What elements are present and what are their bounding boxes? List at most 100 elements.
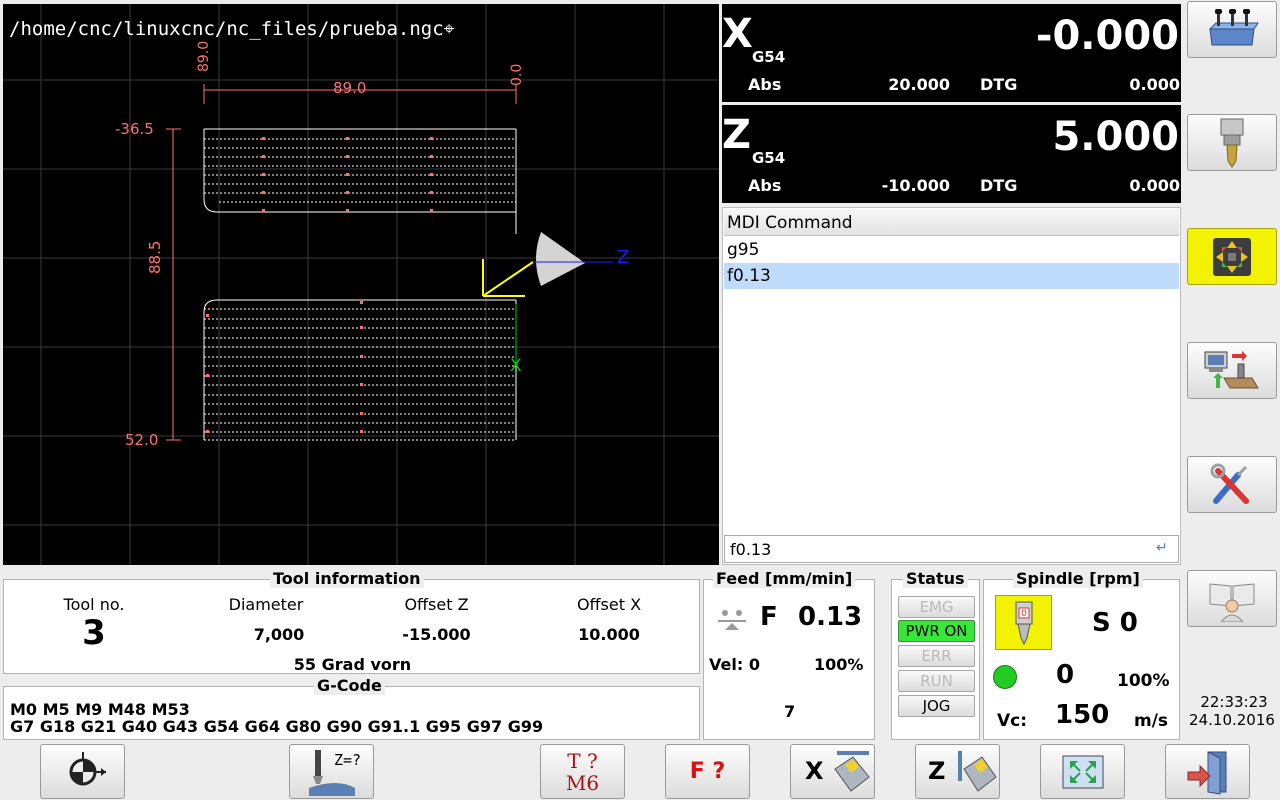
- tool-description: 55 Grad vorn: [293, 655, 412, 674]
- jog-indicator[interactable]: JOG: [898, 695, 975, 717]
- feed-set-button[interactable]: F ?: [665, 744, 750, 799]
- current-line: 7: [784, 702, 796, 721]
- spindle-speed: 0: [1056, 660, 1075, 690]
- feed-value: 0.13: [798, 602, 863, 632]
- tool-info-frame: Tool no. 3 Diameter 7,000 Offset Z -15.0…: [3, 579, 700, 674]
- status-title: Status: [903, 569, 968, 588]
- mdi-input[interactable]: f0.13 ↵: [724, 535, 1179, 563]
- touch-off-x-label: X: [805, 757, 824, 785]
- exit-button[interactable]: [1165, 744, 1250, 799]
- z-probe-button[interactable]: Z=?: [289, 744, 374, 799]
- feed-override: 100%: [814, 655, 864, 674]
- settings-tools-icon: [1210, 463, 1249, 504]
- tool-change-bottom-label: M6: [565, 770, 600, 795]
- tool-spindle-icon: [1220, 118, 1244, 168]
- vc-label: Vc:: [997, 711, 1028, 731]
- dro-z-dtg-value: 0.000: [1129, 176, 1180, 195]
- exit-door-icon: [1187, 750, 1226, 795]
- upper-passes: [204, 138, 516, 203]
- feed-set-label: F ?: [689, 759, 726, 784]
- dro-x-abs-value: 20.000: [888, 75, 950, 94]
- gcode-active-gcodes: G7 G18 G21 G40 G43 G54 G64 G80 G90 G91.1…: [10, 717, 544, 736]
- touch-off-z-button[interactable]: Z: [915, 744, 1000, 799]
- dimension-label-left: 88.5: [146, 240, 164, 274]
- run-indicator[interactable]: RUN: [898, 670, 975, 692]
- tool-axes: [482, 259, 534, 297]
- feed-frame: F 0.13 Vel: 0 100% 7: [703, 579, 875, 740]
- offset-x-label: Offset X: [576, 595, 642, 614]
- dro-x-value: -0.000: [1035, 13, 1179, 59]
- tool-change-top-label: T ?: [567, 748, 598, 773]
- dro-x-abs-label: Abs: [748, 75, 782, 94]
- tool-no-label: Tool no.: [63, 595, 125, 614]
- diameter-value: 7,000: [253, 625, 305, 644]
- machine-home-icon: [1208, 8, 1259, 45]
- dro-x[interactable]: X G54 -0.000 Abs 20.000 DTG 0.000: [722, 4, 1181, 102]
- part-contour: [203, 128, 517, 440]
- z-mark-89: 89.0: [196, 40, 212, 72]
- touch-off-z-label: Z: [928, 757, 946, 785]
- dro-z-axis: Z: [722, 112, 752, 158]
- program-transfer-button[interactable]: [1187, 342, 1277, 399]
- gcode-preview[interactable]: /home/cnc/linuxcnc/nc_files/prueba.ngc⌖ …: [3, 4, 719, 565]
- fit-view-button[interactable]: [1040, 744, 1125, 799]
- jog-arrows-icon: [1213, 237, 1251, 276]
- spindle-toggle-button[interactable]: 0: [995, 595, 1052, 650]
- x-mark-bottom: 52.0: [125, 431, 159, 449]
- err-indicator[interactable]: ERR: [898, 645, 975, 667]
- jog-mode-button[interactable]: [1187, 228, 1277, 285]
- diameter-label: Diameter: [228, 595, 304, 614]
- user-manual-button[interactable]: [1187, 570, 1277, 627]
- dro-x-dtg-value: 0.000: [1129, 75, 1180, 94]
- z-mark-0: 0.0: [509, 63, 525, 86]
- mdi-header[interactable]: MDI Command: [724, 209, 1179, 236]
- touch-off-z-icon: [958, 751, 997, 792]
- touch-off-x-button[interactable]: X: [790, 744, 875, 799]
- offset-x-value: 10.000: [578, 625, 640, 644]
- user-manual-icon: [1209, 582, 1255, 622]
- emg-indicator[interactable]: EMG: [898, 596, 975, 618]
- enter-icon[interactable]: ↵: [1156, 540, 1174, 558]
- dro-x-dtg-label: DTG: [980, 75, 1018, 94]
- vc-value: 150: [1055, 700, 1110, 730]
- feed-velocity: Vel: 0: [709, 655, 760, 674]
- spindle-icon: 0: [1015, 601, 1032, 645]
- fit-view-icon: [1062, 755, 1103, 788]
- tool-change-button[interactable]: T ? M6: [540, 744, 625, 799]
- feed-icon: [718, 610, 746, 630]
- pwr-on-button[interactable]: PWR ON: [898, 620, 975, 642]
- spindle-s-value: S 0: [1092, 608, 1138, 638]
- program-transfer-icon: [1204, 350, 1259, 388]
- tool-no-value: 3: [82, 613, 106, 653]
- pass-markers: [206, 137, 433, 433]
- mdi-panel: MDI Command g95 f0.13 f0.13 ↵: [722, 207, 1181, 565]
- spindle-button[interactable]: [1187, 114, 1277, 171]
- mdi-history-item[interactable]: g95: [724, 237, 1179, 263]
- coordinate-system-icon: [69, 751, 106, 785]
- feed-letter: F: [760, 602, 778, 632]
- mdi-history-item-selected[interactable]: f0.13: [724, 263, 1179, 289]
- dro-x-coord-system: G54: [752, 48, 786, 66]
- tool-cone: [536, 232, 585, 286]
- dro-z-value: 5.000: [1052, 114, 1179, 160]
- spindle-status-led: [993, 665, 1017, 689]
- offset-z-label: Offset Z: [404, 595, 469, 614]
- dro-z-dtg-label: DTG: [980, 176, 1018, 195]
- dro-z-abs-label: Abs: [748, 176, 782, 195]
- svg-text:0: 0: [1021, 609, 1027, 619]
- x-axis-label: X: [510, 356, 522, 376]
- dro-x-axis: X: [722, 11, 753, 57]
- spindle-title: Spindle [rpm]: [1013, 569, 1143, 588]
- gcode-title: G-Code: [314, 676, 385, 695]
- home-machine-button[interactable]: [1187, 1, 1277, 58]
- settings-button[interactable]: [1187, 456, 1277, 513]
- touch-off-x-icon: [834, 751, 870, 792]
- coordinate-system-button[interactable]: [40, 744, 125, 799]
- file-path: /home/cnc/linuxcnc/nc_files/prueba.ngc⌖: [9, 18, 455, 40]
- dimension-label-top: 89.0: [333, 79, 367, 97]
- z-axis-label: Z: [617, 247, 630, 268]
- dro-z[interactable]: Z G54 5.000 Abs -10.000 DTG 0.000: [722, 105, 1181, 203]
- spindle-frame: 0 S 0 0 100% Vc: 150 m/s: [983, 579, 1180, 740]
- tool-info-title: Tool information: [270, 569, 424, 588]
- clock-time: 22:33:23: [1200, 693, 1268, 711]
